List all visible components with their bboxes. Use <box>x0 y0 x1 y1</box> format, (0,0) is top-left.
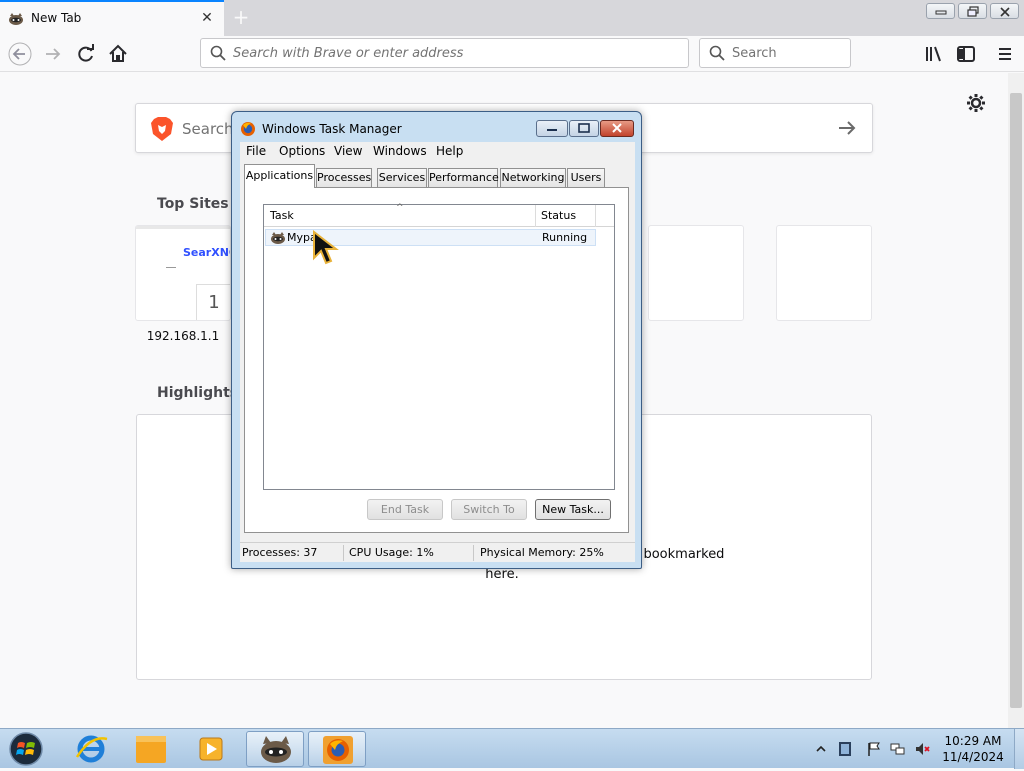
firefox-icon[interactable] <box>308 731 366 767</box>
close-window-button[interactable] <box>990 3 1019 19</box>
tab-services[interactable]: Services <box>377 168 427 187</box>
task-manager-window: Windows Task Manager File Options View W… <box>231 111 642 569</box>
menu-view[interactable]: View <box>334 144 362 158</box>
tab-title: New Tab <box>31 11 82 25</box>
task-manager-title: Windows Task Manager <box>262 122 402 136</box>
librewolf-taskbar-button[interactable] <box>246 731 304 767</box>
reload-icon[interactable] <box>74 42 98 66</box>
cpu-usage: CPU Usage: 1% <box>349 546 434 559</box>
show-desktop-button[interactable] <box>1014 729 1024 769</box>
sidebar-icon[interactable] <box>954 42 978 66</box>
end-task-button[interactable]: End Task <box>367 499 443 520</box>
top-site-tile[interactable]: SearXNG 1 <box>135 225 231 321</box>
brave-lion-icon <box>150 116 174 142</box>
arrow-right-icon[interactable] <box>836 117 858 139</box>
folder-icon[interactable] <box>122 731 180 767</box>
tm-maximize-button[interactable] <box>569 120 599 137</box>
column-divider[interactable] <box>595 205 596 227</box>
sort-ascending-icon: ^ <box>396 203 404 213</box>
raccoon-icon <box>270 230 286 246</box>
tab-strip: New Tab ✕ + <box>0 0 1024 36</box>
new-task-button[interactable]: New Task... <box>535 499 611 520</box>
back-icon[interactable] <box>8 42 32 66</box>
column-task[interactable]: Task <box>270 209 294 222</box>
url-input[interactable] <box>231 43 671 63</box>
clock-time: 10:29 AM <box>944 734 1002 748</box>
status-divider <box>473 545 474 561</box>
applications-panel: Task ^ Status Mypa Running End Task Swit… <box>244 187 629 533</box>
plus-icon[interactable]: + <box>229 6 253 28</box>
menu-file[interactable]: File <box>246 144 266 158</box>
gear-icon[interactable] <box>966 93 986 113</box>
tab-performance[interactable]: Performance <box>428 168 499 187</box>
navigation-toolbar <box>0 36 1024 72</box>
task-list-header: Task ^ Status <box>264 203 614 227</box>
tm-menu-bar: File Options View Windows Help <box>240 142 635 160</box>
tab-networking[interactable]: Networking <box>500 168 566 187</box>
physical-memory: Physical Memory: 25% <box>480 546 604 559</box>
clock-date: 11/4/2024 <box>942 750 1004 764</box>
windows-taskbar: 10:29 AM 11/4/2024 <box>0 728 1024 769</box>
search-input[interactable] <box>730 43 840 63</box>
column-divider[interactable] <box>535 205 536 227</box>
process-count: Processes: 37 <box>242 546 318 559</box>
forward-icon[interactable] <box>41 42 65 66</box>
ie-icon[interactable] <box>62 731 120 767</box>
top-site-placeholder <box>648 225 744 321</box>
tile-divider <box>166 267 176 268</box>
tab-new-tab[interactable]: New Tab ✕ <box>0 0 224 36</box>
top-site-placeholder <box>776 225 872 321</box>
newtab-search-label: Search <box>182 120 234 138</box>
url-bar[interactable] <box>200 38 689 68</box>
tile-number: 1 <box>196 284 230 320</box>
page-scrollbar[interactable] <box>1008 73 1024 728</box>
volume-muted-icon[interactable] <box>914 741 930 757</box>
system-clock[interactable]: 10:29 AM 11/4/2024 <box>935 733 1011 765</box>
windows-start-icon[interactable] <box>8 731 44 767</box>
top-site-label[interactable]: 192.168.1.1 <box>135 329 231 343</box>
tile-header-strip <box>136 226 230 229</box>
tm-close-button[interactable] <box>600 120 634 137</box>
column-status[interactable]: Status <box>541 209 576 222</box>
media-player-icon[interactable] <box>182 731 240 767</box>
restore-button[interactable] <box>958 3 987 19</box>
network-icon[interactable] <box>890 741 906 757</box>
home-icon[interactable] <box>106 42 130 66</box>
library-icon[interactable] <box>922 42 946 66</box>
task-status: Running <box>542 231 588 244</box>
menu-windows[interactable]: Windows <box>373 144 427 158</box>
tab-applications[interactable]: Applications <box>244 164 315 188</box>
flag-icon[interactable] <box>866 741 882 757</box>
minimize-button[interactable] <box>926 3 955 19</box>
menu-options[interactable]: Options <box>279 144 325 158</box>
firefox-icon <box>240 121 256 137</box>
action-center-icon[interactable] <box>837 741 853 757</box>
switch-to-button[interactable]: Switch To <box>451 499 527 520</box>
highlights-heading: Highlights <box>157 385 239 401</box>
status-divider <box>343 545 344 561</box>
tab-users[interactable]: Users <box>567 168 605 187</box>
menu-icon[interactable] <box>993 42 1017 66</box>
mouse-cursor-icon <box>312 229 340 266</box>
tm-minimize-button[interactable] <box>536 120 568 137</box>
show-hidden-icons-icon[interactable] <box>815 743 831 759</box>
raccoon-icon <box>8 11 24 27</box>
close-icon[interactable]: ✕ <box>199 10 215 26</box>
tm-body: Applications Processes Services Performa… <box>240 160 635 542</box>
search-icon <box>210 45 226 64</box>
search-bar[interactable] <box>699 38 851 68</box>
scrollbar-thumb[interactable] <box>1010 93 1022 708</box>
tile-brand-text: SearXNG <box>183 246 230 259</box>
search-icon <box>709 45 725 64</box>
tab-processes[interactable]: Processes <box>316 168 372 187</box>
menu-help[interactable]: Help <box>436 144 463 158</box>
tm-status-bar: Processes: 37 CPU Usage: 1% Physical Mem… <box>240 542 635 562</box>
top-sites-heading: Top Sites <box>157 196 229 212</box>
